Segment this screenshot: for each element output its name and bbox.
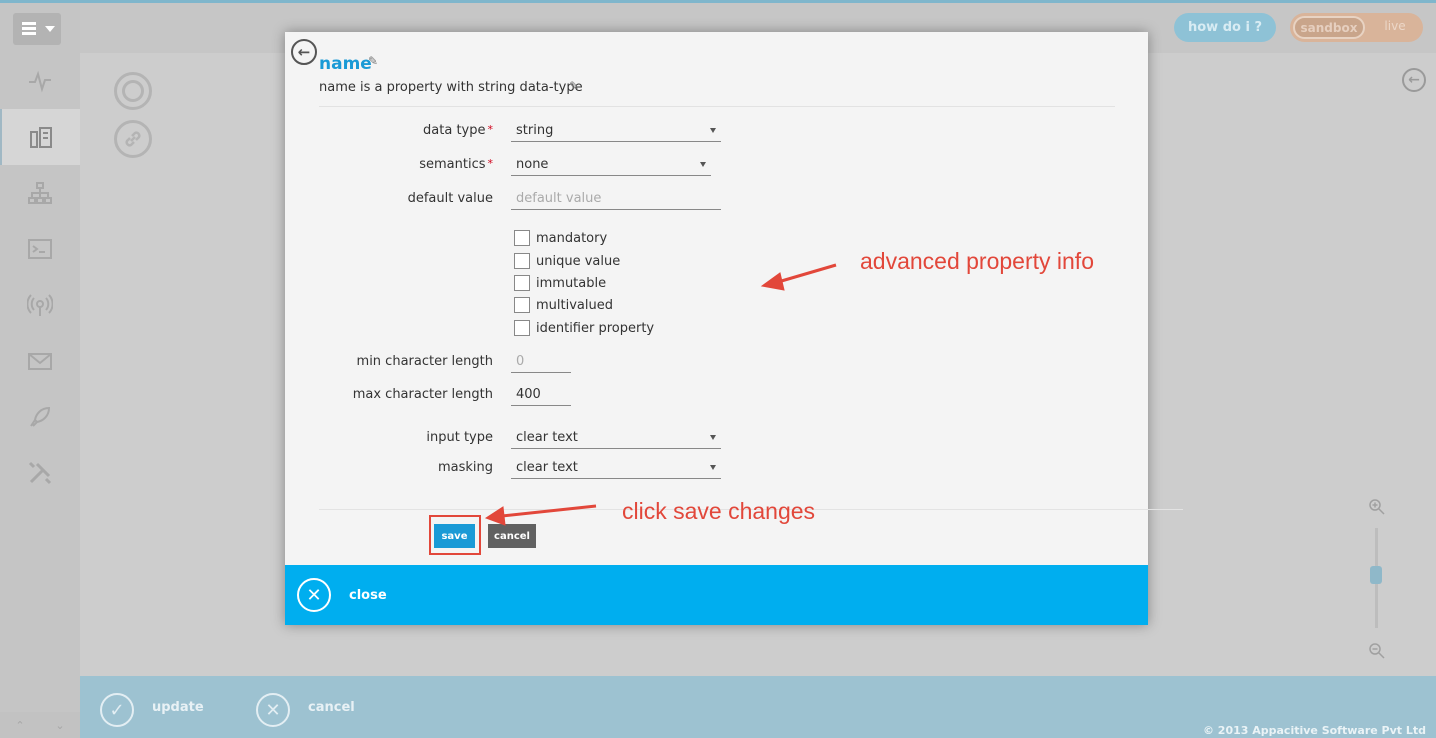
caret-down-icon [710, 128, 716, 133]
menu-button[interactable] [13, 13, 61, 45]
max-length-input[interactable]: 400 [511, 386, 571, 406]
cancel-button[interactable]: cancel [488, 524, 536, 548]
property-subtitle: name is a property with string data-type [319, 80, 583, 95]
sidebar-item-settings[interactable] [0, 445, 80, 501]
checkbox-unique-value[interactable]: unique value [514, 253, 620, 269]
min-length-input[interactable]: 0 [511, 353, 571, 373]
semantics-value: none [516, 157, 549, 172]
input-type-select[interactable]: clear text [511, 429, 721, 449]
masking-value: clear text [516, 460, 578, 475]
footer-update-label[interactable]: update [152, 700, 204, 715]
close-button[interactable]: close [349, 588, 387, 603]
close-icon[interactable]: ✕ [256, 693, 290, 727]
chevron-down-icon [45, 26, 55, 32]
link-tool-icon[interactable] [114, 120, 152, 158]
property-dialog: ← name ✎ name is a property with string … [285, 32, 1183, 625]
checkbox-box[interactable] [514, 297, 530, 313]
env-live[interactable]: live [1370, 19, 1420, 33]
checkbox-multivalued[interactable]: multivalued [514, 297, 613, 313]
env-sandbox[interactable]: sandbox [1293, 16, 1365, 39]
divider [319, 106, 1115, 107]
pulse-icon [29, 70, 51, 93]
broadcast-icon [27, 294, 53, 316]
caret-down-icon [700, 162, 706, 167]
default-value-input[interactable]: default value [511, 190, 721, 210]
min-length-label: min character length [356, 354, 493, 369]
input-type-value: clear text [516, 430, 578, 445]
max-length-label: max character length [352, 387, 493, 402]
envelope-icon [28, 353, 52, 370]
semantics-label: semantics * [419, 157, 493, 172]
pencil-icon[interactable]: ✎ [569, 79, 579, 93]
sidebar-item-analytics[interactable] [0, 53, 80, 109]
environment-toggle[interactable]: sandbox live [1290, 13, 1423, 42]
model-icon [30, 127, 52, 148]
arrow-left-icon[interactable]: ← [1402, 68, 1426, 92]
tools-icon [28, 461, 52, 485]
chevron-down-icon[interactable]: ⌄ [55, 719, 64, 732]
zoom-in-icon[interactable] [1368, 498, 1386, 516]
sidebar-item-model[interactable] [0, 109, 80, 165]
input-type-label: input type [426, 430, 493, 445]
checkbox-box[interactable] [514, 253, 530, 269]
checkbox-immutable[interactable]: immutable [514, 275, 606, 291]
list-icon [22, 22, 36, 36]
arrow-left-icon[interactable]: ← [291, 39, 317, 65]
checkbox-mandatory[interactable]: mandatory [514, 230, 607, 246]
footer-cancel-label[interactable]: cancel [308, 700, 355, 715]
annotation-advanced-info: advanced property info [860, 248, 1094, 274]
default-value-label: default value [407, 191, 493, 206]
masking-select[interactable]: clear text [511, 459, 721, 479]
sidebar-item-push[interactable] [0, 277, 80, 333]
required-marker: * [487, 123, 494, 136]
sidebar-scroll[interactable]: ⌃ ⌄ [0, 712, 80, 738]
masking-label: masking [437, 460, 493, 475]
zoom-slider-thumb[interactable] [1370, 566, 1382, 584]
caret-down-icon [710, 435, 716, 440]
dialog-footer: ✕ close [285, 565, 1148, 625]
required-marker: * [487, 157, 494, 170]
sidebar-item-deploy[interactable] [0, 389, 80, 445]
data-type-value: string [516, 123, 554, 138]
checkbox-box[interactable] [514, 275, 530, 291]
copyright: © 2013 Appacitive Software Pvt Ltd [1202, 724, 1426, 737]
close-icon[interactable]: ✕ [297, 578, 331, 612]
sidebar [0, 3, 80, 738]
hierarchy-icon [28, 182, 52, 204]
zoom-out-icon[interactable] [1368, 642, 1386, 660]
terminal-icon [28, 239, 52, 259]
sidebar-item-email[interactable] [0, 333, 80, 389]
sidebar-item-hierarchy[interactable] [0, 165, 80, 221]
rocket-icon [30, 406, 51, 427]
check-icon[interactable]: ✓ [100, 693, 134, 727]
chevron-up-icon[interactable]: ⌃ [15, 719, 24, 732]
semantics-select[interactable]: none [511, 156, 711, 176]
node-tool-icon[interactable] [114, 72, 152, 110]
caret-down-icon [710, 465, 716, 470]
property-title: name [319, 54, 372, 74]
data-type-select[interactable]: string [511, 122, 721, 142]
checkbox-identifier-property[interactable]: identifier property [514, 320, 654, 336]
sidebar-item-console[interactable] [0, 221, 80, 277]
pencil-icon[interactable]: ✎ [368, 54, 378, 68]
checkbox-box[interactable] [514, 320, 530, 336]
checkbox-box[interactable] [514, 230, 530, 246]
data-type-label: data type * [423, 123, 493, 138]
how-do-i-button[interactable]: how do i ? [1174, 13, 1276, 42]
save-button[interactable]: save [434, 524, 475, 548]
annotation-save-changes: click save changes [622, 498, 816, 524]
